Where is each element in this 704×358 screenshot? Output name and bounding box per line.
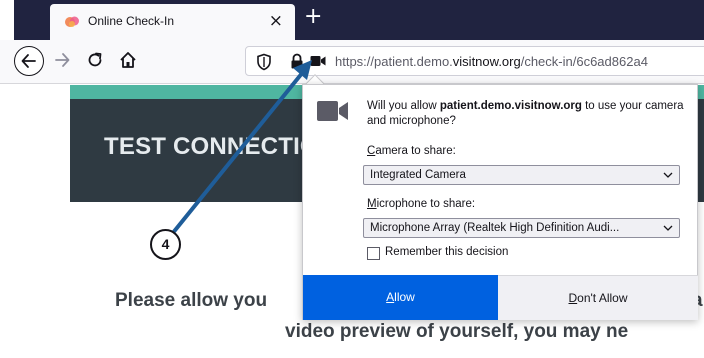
microphone-select[interactable]: Microphone Array (Realtek High Definitio… [363, 218, 680, 238]
back-button[interactable] [14, 46, 44, 76]
browser-window: Online Check-In × + https://patient.demo… [0, 0, 704, 358]
mic-selected-value: Microphone Array (Realtek High Definitio… [370, 222, 620, 234]
permission-question: Will you allow patient.demo.visitnow.org… [367, 99, 687, 129]
tab-strip-edge [0, 0, 14, 40]
dont-allow-button[interactable]: Don't Allow [498, 275, 698, 320]
remember-label[interactable]: Remember this decision [385, 246, 508, 258]
page-message-line1: Please allow you [115, 290, 268, 311]
allow-accesskey: A [386, 290, 395, 304]
tab-strip: Online Check-In × + [0, 0, 704, 40]
new-tab-button[interactable]: + [304, 4, 322, 30]
chevron-down-icon [663, 172, 673, 178]
mic-label-accesskey: M [367, 198, 377, 210]
allow-button[interactable]: Allow [303, 275, 498, 320]
allow-label: llow [394, 290, 415, 304]
forward-arrow-icon[interactable] [53, 51, 71, 69]
site-favicon-icon [65, 16, 79, 27]
reload-icon[interactable] [86, 51, 104, 69]
url-domain: visitnow.org [452, 54, 521, 69]
tab-title: Online Check-In [88, 14, 175, 28]
tab-online-check-in[interactable]: Online Check-In × [50, 4, 295, 40]
page-message-line2: video preview of yourself, you may ne [285, 321, 629, 342]
url-text: https://patient.demo.visitnow.org/check-… [335, 54, 648, 69]
dont-allow-accesskey: D [568, 291, 578, 305]
camera-permission-icon[interactable] [310, 55, 326, 67]
chevron-down-icon [663, 225, 673, 231]
camera-icon [317, 101, 348, 121]
camera-label-text: amera to share: [375, 145, 456, 157]
address-bar[interactable]: https://patient.demo.visitnow.org/check-… [245, 46, 704, 76]
url-prefix: https://patient.demo. [335, 54, 453, 69]
question-domain: patient.demo.visitnow.org [439, 100, 582, 112]
lock-icon[interactable] [290, 53, 304, 70]
home-icon[interactable] [118, 50, 138, 70]
tab-close-icon[interactable]: × [269, 12, 283, 30]
camera-selected-value: Integrated Camera [370, 169, 466, 181]
mic-label-text: icrophone to share: [376, 198, 476, 210]
microphone-select-label: Microphone to share: [367, 198, 475, 210]
permission-popup: Will you allow patient.demo.visitnow.org… [302, 84, 698, 320]
back-arrow-icon [21, 54, 36, 68]
camera-select[interactable]: Integrated Camera [363, 165, 680, 185]
shield-icon[interactable] [256, 53, 272, 71]
url-suffix: /check-in/6c6ad862a4 [520, 54, 648, 69]
navigation-toolbar: https://patient.demo.visitnow.org/check-… [0, 40, 704, 84]
question-prefix: Will you allow [367, 100, 440, 112]
remember-checkbox[interactable] [367, 247, 380, 260]
camera-select-label: Camera to share: [367, 145, 456, 157]
dont-allow-label: on't Allow [577, 291, 628, 305]
step-number-badge: 4 [150, 229, 181, 260]
